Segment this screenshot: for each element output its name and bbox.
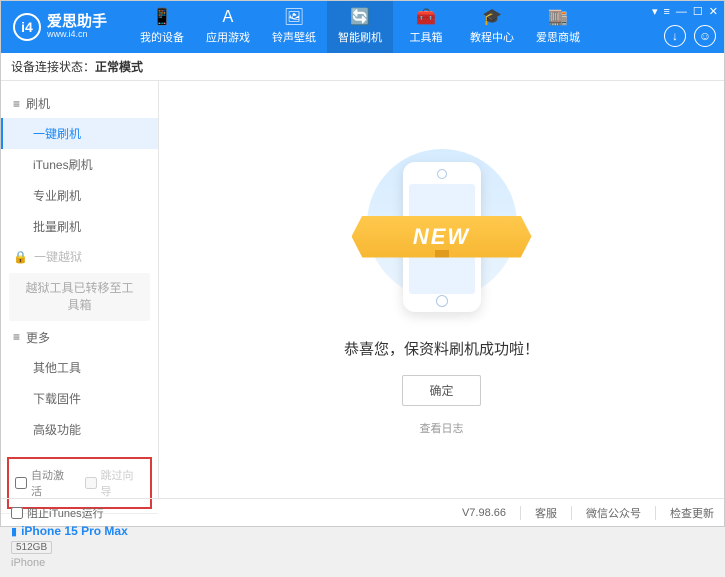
- menu-icon[interactable]: ▾: [652, 5, 658, 18]
- main-content: NEW 恭喜您，保资料刷机成功啦！ 确定 查看日志: [159, 81, 724, 498]
- success-message: 恭喜您，保资料刷机成功啦！: [344, 338, 539, 359]
- list-icon: ≡: [13, 330, 20, 344]
- status-label: 设备连接状态：: [11, 58, 95, 75]
- wechat-link[interactable]: 微信公众号: [586, 505, 641, 521]
- skip-wizard-checkbox[interactable]: 跳过向导: [85, 467, 145, 499]
- top-nav: 📱 我的设备 Ａ 应用游戏 🖼 铃声壁纸 🔄 智能刷机 🧰 工具箱 🎓 教程中心 🏬 爱思商城: [129, 1, 591, 53]
- sidebar-item-one-key-flash[interactable]: 一键刷机: [1, 118, 158, 149]
- nav-label: 应用游戏: [206, 29, 250, 45]
- view-log-link[interactable]: 查看日志: [420, 420, 464, 436]
- nav-label: 爱思商城: [536, 29, 580, 45]
- app-logo: i4 爱思助手 www.i4.cn: [1, 13, 119, 41]
- sidebar-item-pro-flash[interactable]: 专业刷机: [1, 180, 158, 211]
- support-link[interactable]: 客服: [535, 505, 557, 521]
- download-button[interactable]: ↓: [664, 25, 686, 47]
- device-storage-badge: 512GB: [11, 541, 52, 554]
- sidebar-section-flash[interactable]: ≡ 刷机: [1, 89, 158, 118]
- tutorial-icon: 🎓: [482, 10, 502, 26]
- toolbox-icon: 🧰: [416, 10, 436, 26]
- apps-icon: Ａ: [220, 10, 236, 26]
- section-label: 刷机: [26, 95, 50, 112]
- store-icon: 🏬: [548, 10, 568, 26]
- nav-label: 教程中心: [470, 29, 514, 45]
- status-value: 正常模式: [95, 58, 143, 75]
- nav-smart-flash[interactable]: 🔄 智能刷机: [327, 1, 393, 53]
- section-label: 一键越狱: [34, 248, 82, 265]
- sidebar-item-batch-flash[interactable]: 批量刷机: [1, 211, 158, 242]
- nav-label: 我的设备: [140, 29, 184, 45]
- section-label: 更多: [26, 329, 50, 346]
- window-controls: ▾ ≡ — ☐ ✕: [652, 5, 718, 18]
- sidebar-item-other-tools[interactable]: 其他工具: [1, 352, 158, 383]
- close-button[interactable]: ✕: [709, 5, 718, 18]
- sidebar-section-jailbreak: 🔒 一键越狱: [1, 242, 158, 271]
- jailbreak-moved-note: 越狱工具已转移至工具箱: [9, 273, 150, 321]
- list-icon: ≡: [13, 97, 20, 111]
- connection-status-bar: 设备连接状态： 正常模式: [1, 53, 724, 81]
- auto-activate-checkbox[interactable]: 自动激活: [15, 467, 75, 499]
- wallpaper-icon: 🖼: [284, 10, 304, 26]
- sidebar-item-advanced[interactable]: 高级功能: [1, 414, 158, 445]
- sidebar-section-more[interactable]: ≡ 更多: [1, 323, 158, 352]
- nav-store[interactable]: 🏬 爱思商城: [525, 1, 591, 53]
- device-icon: 📱: [152, 10, 172, 26]
- nav-my-device[interactable]: 📱 我的设备: [129, 1, 195, 53]
- user-button[interactable]: ☺: [694, 25, 716, 47]
- sidebar: ≡ 刷机 一键刷机 iTunes刷机 专业刷机 批量刷机 🔒 一键越狱 越狱工具…: [1, 81, 159, 498]
- titlebar: i4 爱思助手 www.i4.cn 📱 我的设备 Ａ 应用游戏 🖼 铃声壁纸 🔄 智能刷…: [1, 1, 724, 53]
- device-type: iPhone: [11, 557, 148, 569]
- phone-icon: ▮: [11, 526, 17, 538]
- new-ribbon: NEW: [352, 216, 532, 258]
- check-update-link[interactable]: 检查更新: [670, 505, 714, 521]
- minimize-button[interactable]: —: [676, 6, 687, 18]
- ok-button[interactable]: 确定: [402, 375, 480, 406]
- nav-apps-games[interactable]: Ａ 应用游戏: [195, 1, 261, 53]
- app-title: 爱思助手: [47, 14, 107, 31]
- sidebar-item-download-firmware[interactable]: 下载固件: [1, 383, 158, 414]
- nav-ringtone-wallpaper[interactable]: 🖼 铃声壁纸: [261, 1, 327, 53]
- logo-icon: i4: [13, 13, 41, 41]
- flash-icon: 🔄: [350, 10, 370, 26]
- version-label: V7.98.66: [462, 507, 506, 519]
- block-itunes-checkbox[interactable]: 阻止iTunes运行: [11, 505, 104, 521]
- app-url: www.i4.cn: [47, 30, 107, 40]
- nav-label: 工具箱: [410, 29, 443, 45]
- success-illustration: NEW: [362, 144, 522, 324]
- nav-toolbox[interactable]: 🧰 工具箱: [393, 1, 459, 53]
- nav-tutorials[interactable]: 🎓 教程中心: [459, 1, 525, 53]
- nav-label: 铃声壁纸: [272, 29, 316, 45]
- bottom-bar: 阻止iTunes运行 V7.98.66 客服 微信公众号 检查更新: [1, 498, 724, 526]
- nav-label: 智能刷机: [338, 29, 382, 45]
- tray-icon[interactable]: ≡: [663, 6, 669, 18]
- lock-icon: 🔒: [13, 250, 28, 264]
- maximize-button[interactable]: ☐: [693, 5, 703, 18]
- sidebar-item-itunes-flash[interactable]: iTunes刷机: [1, 149, 158, 180]
- connected-device-info[interactable]: ▮iPhone 15 Pro Max 512GB iPhone: [1, 518, 158, 577]
